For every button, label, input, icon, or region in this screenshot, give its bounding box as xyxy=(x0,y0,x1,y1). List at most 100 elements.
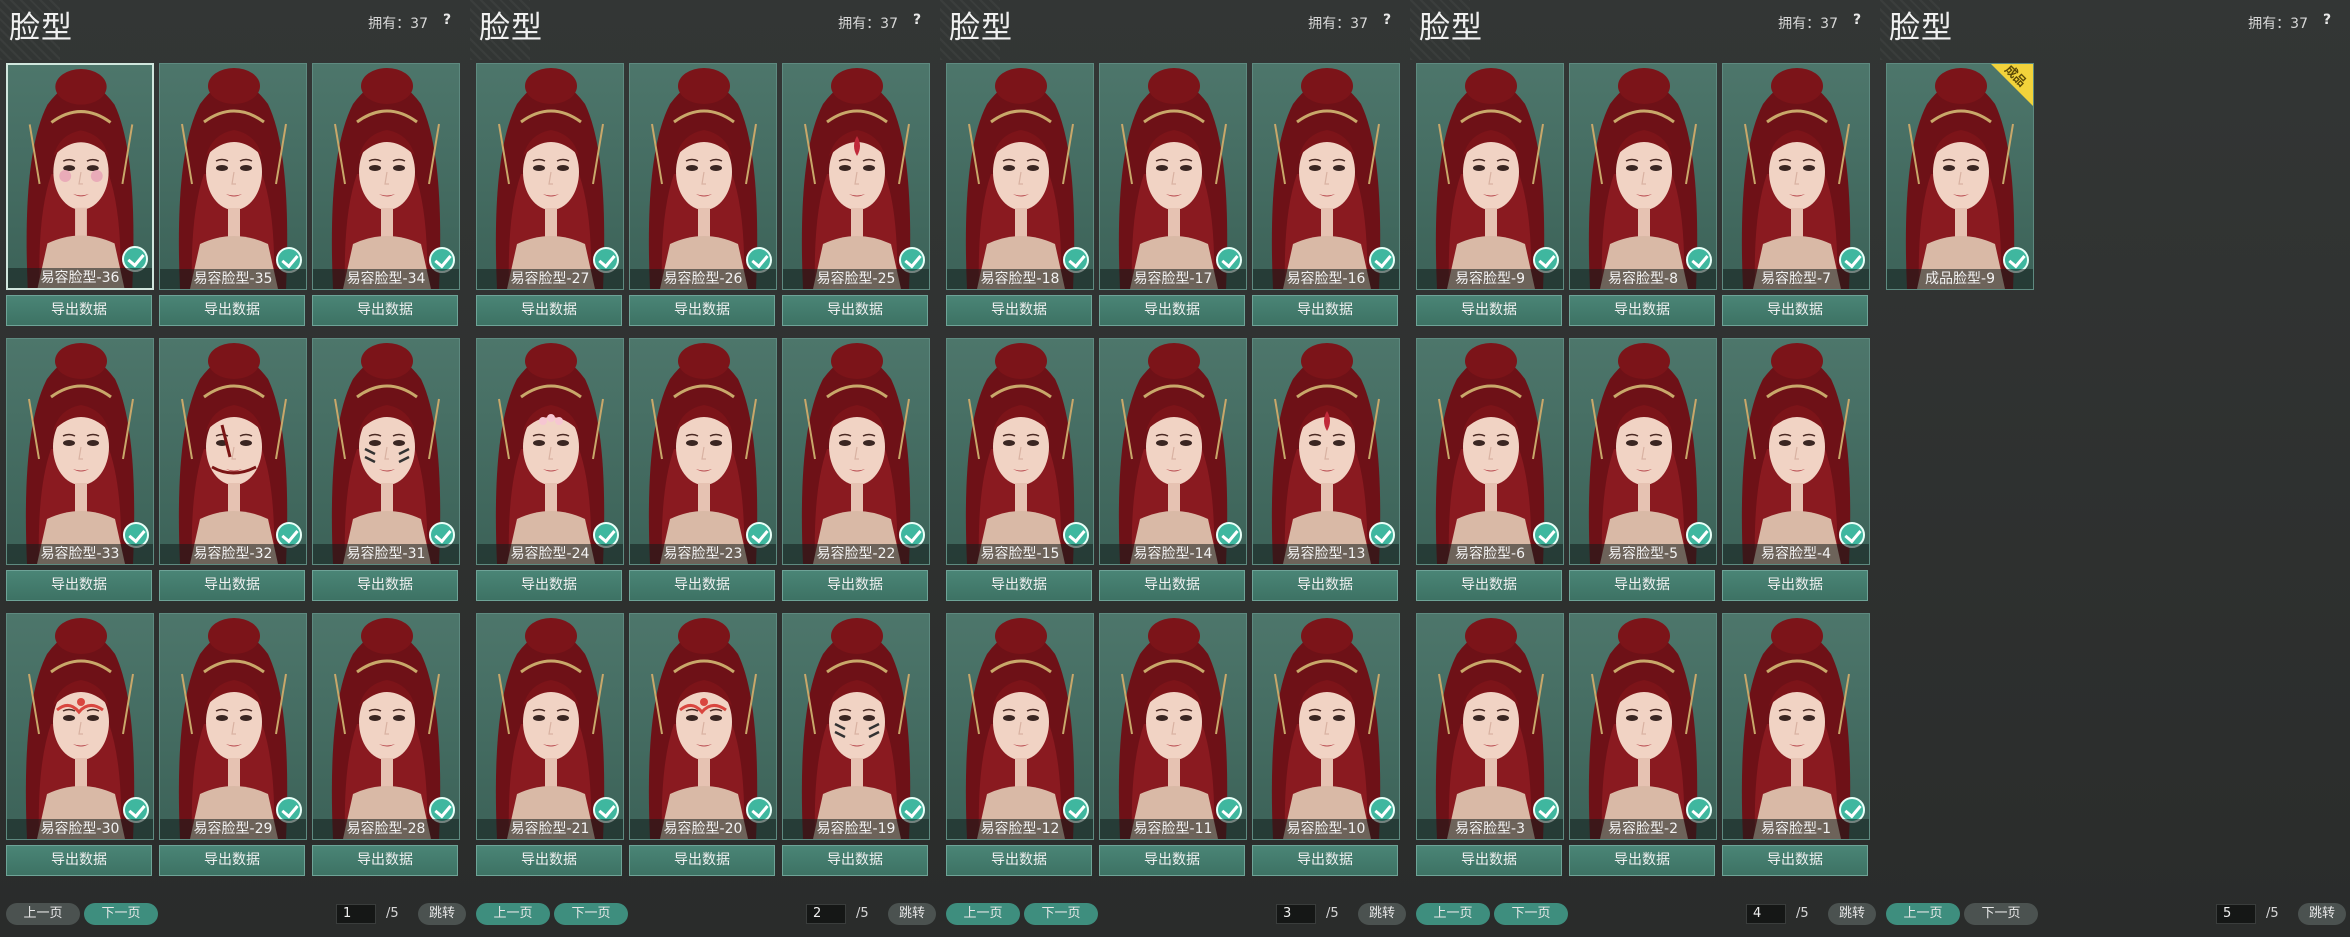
export-data-button[interactable]: 导出数据 xyxy=(6,845,152,876)
face-card[interactable]: 易容脸型-34 xyxy=(312,63,460,290)
face-card[interactable]: 易容脸型-36 xyxy=(6,63,154,290)
face-card[interactable]: 易容脸型-4 xyxy=(1722,338,1870,565)
face-card[interactable]: 易容脸型-12 xyxy=(946,613,1094,840)
prev-page-button[interactable]: 上一页 xyxy=(476,903,550,925)
export-data-button[interactable]: 导出数据 xyxy=(159,295,305,326)
face-card[interactable]: 易容脸型-15 xyxy=(946,338,1094,565)
face-card[interactable]: 易容脸型-33 xyxy=(6,338,154,565)
export-data-button[interactable]: 导出数据 xyxy=(1722,295,1868,326)
help-icon[interactable]: ? xyxy=(906,9,928,31)
prev-page-button[interactable]: 上一页 xyxy=(1886,903,1960,925)
export-data-button[interactable]: 导出数据 xyxy=(1099,570,1245,601)
face-card[interactable]: 易容脸型-13 xyxy=(1252,338,1400,565)
face-card[interactable]: 易容脸型-24 xyxy=(476,338,624,565)
export-data-button[interactable]: 导出数据 xyxy=(1722,570,1868,601)
next-page-button[interactable]: 下一页 xyxy=(1024,903,1098,925)
prev-page-button[interactable]: 上一页 xyxy=(1416,903,1490,925)
help-icon[interactable]: ? xyxy=(1376,9,1398,31)
export-data-button[interactable]: 导出数据 xyxy=(1569,295,1715,326)
export-data-button[interactable]: 导出数据 xyxy=(159,570,305,601)
export-data-button[interactable]: 导出数据 xyxy=(946,845,1092,876)
export-data-button[interactable]: 导出数据 xyxy=(629,570,775,601)
export-data-button[interactable]: 导出数据 xyxy=(476,295,622,326)
face-card[interactable]: 易容脸型-21 xyxy=(476,613,624,840)
page-number-input[interactable]: 3 xyxy=(1276,904,1316,924)
help-icon[interactable]: ? xyxy=(436,9,458,31)
face-card[interactable]: 易容脸型-11 xyxy=(1099,613,1247,840)
face-card[interactable]: 易容脸型-20 xyxy=(629,613,777,840)
export-data-button[interactable]: 导出数据 xyxy=(1416,295,1562,326)
next-page-button[interactable]: 下一页 xyxy=(1494,903,1568,925)
export-data-button[interactable]: 导出数据 xyxy=(1252,570,1398,601)
face-card[interactable]: 易容脸型-35 xyxy=(159,63,307,290)
export-data-button[interactable]: 导出数据 xyxy=(1722,845,1868,876)
page-number-input[interactable]: 4 xyxy=(1746,904,1786,924)
export-data-button[interactable]: 导出数据 xyxy=(1416,845,1562,876)
face-card-label: 易容脸型-36 xyxy=(8,268,152,288)
export-data-button[interactable]: 导出数据 xyxy=(946,295,1092,326)
help-icon[interactable]: ? xyxy=(1846,9,1868,31)
next-page-button[interactable]: 下一页 xyxy=(84,903,158,925)
face-card[interactable]: 易容脸型-26 xyxy=(629,63,777,290)
jump-button[interactable]: 跳转 xyxy=(1358,903,1406,925)
face-card[interactable]: 易容脸型-25 xyxy=(782,63,930,290)
face-card[interactable]: 易容脸型-29 xyxy=(159,613,307,840)
export-data-button[interactable]: 导出数据 xyxy=(159,845,305,876)
face-card[interactable]: 易容脸型-27 xyxy=(476,63,624,290)
face-card[interactable]: 易容脸型-19 xyxy=(782,613,930,840)
prev-page-button[interactable]: 上一页 xyxy=(946,903,1020,925)
face-card[interactable]: 易容脸型-17 xyxy=(1099,63,1247,290)
export-data-button[interactable]: 导出数据 xyxy=(476,570,622,601)
face-card[interactable]: 易容脸型-6 xyxy=(1416,338,1564,565)
page-number-input[interactable]: 2 xyxy=(806,904,846,924)
face-card[interactable]: 易容脸型-16 xyxy=(1252,63,1400,290)
prev-page-button[interactable]: 上一页 xyxy=(6,903,80,925)
face-card[interactable]: 易容脸型-9 xyxy=(1416,63,1564,290)
export-data-button[interactable]: 导出数据 xyxy=(312,570,458,601)
export-data-button[interactable]: 导出数据 xyxy=(782,570,928,601)
face-card[interactable]: 易容脸型-5 xyxy=(1569,338,1717,565)
export-data-button[interactable]: 导出数据 xyxy=(1416,570,1562,601)
export-data-button[interactable]: 导出数据 xyxy=(1252,295,1398,326)
jump-button[interactable]: 跳转 xyxy=(1828,903,1876,925)
export-data-button[interactable]: 导出数据 xyxy=(312,845,458,876)
page-number-input[interactable]: 1 xyxy=(336,904,376,924)
export-data-button[interactable]: 导出数据 xyxy=(6,295,152,326)
export-data-button[interactable]: 导出数据 xyxy=(1099,845,1245,876)
face-card[interactable]: 易容脸型-28 xyxy=(312,613,460,840)
face-card[interactable]: 易容脸型-30 xyxy=(6,613,154,840)
face-item: 易容脸型-16 导出数据 xyxy=(1252,63,1400,338)
face-card[interactable]: 易容脸型-1 xyxy=(1722,613,1870,840)
face-card[interactable]: 易容脸型-18 xyxy=(946,63,1094,290)
face-card[interactable]: 易容脸型-23 xyxy=(629,338,777,565)
face-card[interactable]: 易容脸型-3 xyxy=(1416,613,1564,840)
export-data-button[interactable]: 导出数据 xyxy=(629,845,775,876)
export-data-button[interactable]: 导出数据 xyxy=(6,570,152,601)
next-page-button[interactable]: 下一页 xyxy=(1964,903,2038,925)
face-card[interactable]: 易容脸型-14 xyxy=(1099,338,1247,565)
face-card[interactable]: 易容脸型-7 xyxy=(1722,63,1870,290)
export-data-button[interactable]: 导出数据 xyxy=(629,295,775,326)
export-data-button[interactable]: 导出数据 xyxy=(782,845,928,876)
face-card[interactable]: 易容脸型-22 xyxy=(782,338,930,565)
export-data-button[interactable]: 导出数据 xyxy=(1569,845,1715,876)
face-card[interactable]: 易容脸型-8 xyxy=(1569,63,1717,290)
export-data-button[interactable]: 导出数据 xyxy=(312,295,458,326)
face-card[interactable]: 易容脸型-10 xyxy=(1252,613,1400,840)
jump-button[interactable]: 跳转 xyxy=(418,903,466,925)
help-icon[interactable]: ? xyxy=(2316,9,2338,31)
export-data-button[interactable]: 导出数据 xyxy=(1569,570,1715,601)
face-card[interactable]: 易容脸型-32 xyxy=(159,338,307,565)
jump-button[interactable]: 跳转 xyxy=(2298,903,2346,925)
face-card[interactable]: 成品 成品脸型-9 xyxy=(1886,63,2034,290)
export-data-button[interactable]: 导出数据 xyxy=(782,295,928,326)
export-data-button[interactable]: 导出数据 xyxy=(1099,295,1245,326)
next-page-button[interactable]: 下一页 xyxy=(554,903,628,925)
face-card[interactable]: 易容脸型-31 xyxy=(312,338,460,565)
export-data-button[interactable]: 导出数据 xyxy=(476,845,622,876)
jump-button[interactable]: 跳转 xyxy=(888,903,936,925)
page-number-input[interactable]: 5 xyxy=(2216,904,2256,924)
face-card[interactable]: 易容脸型-2 xyxy=(1569,613,1717,840)
export-data-button[interactable]: 导出数据 xyxy=(1252,845,1398,876)
export-data-button[interactable]: 导出数据 xyxy=(946,570,1092,601)
